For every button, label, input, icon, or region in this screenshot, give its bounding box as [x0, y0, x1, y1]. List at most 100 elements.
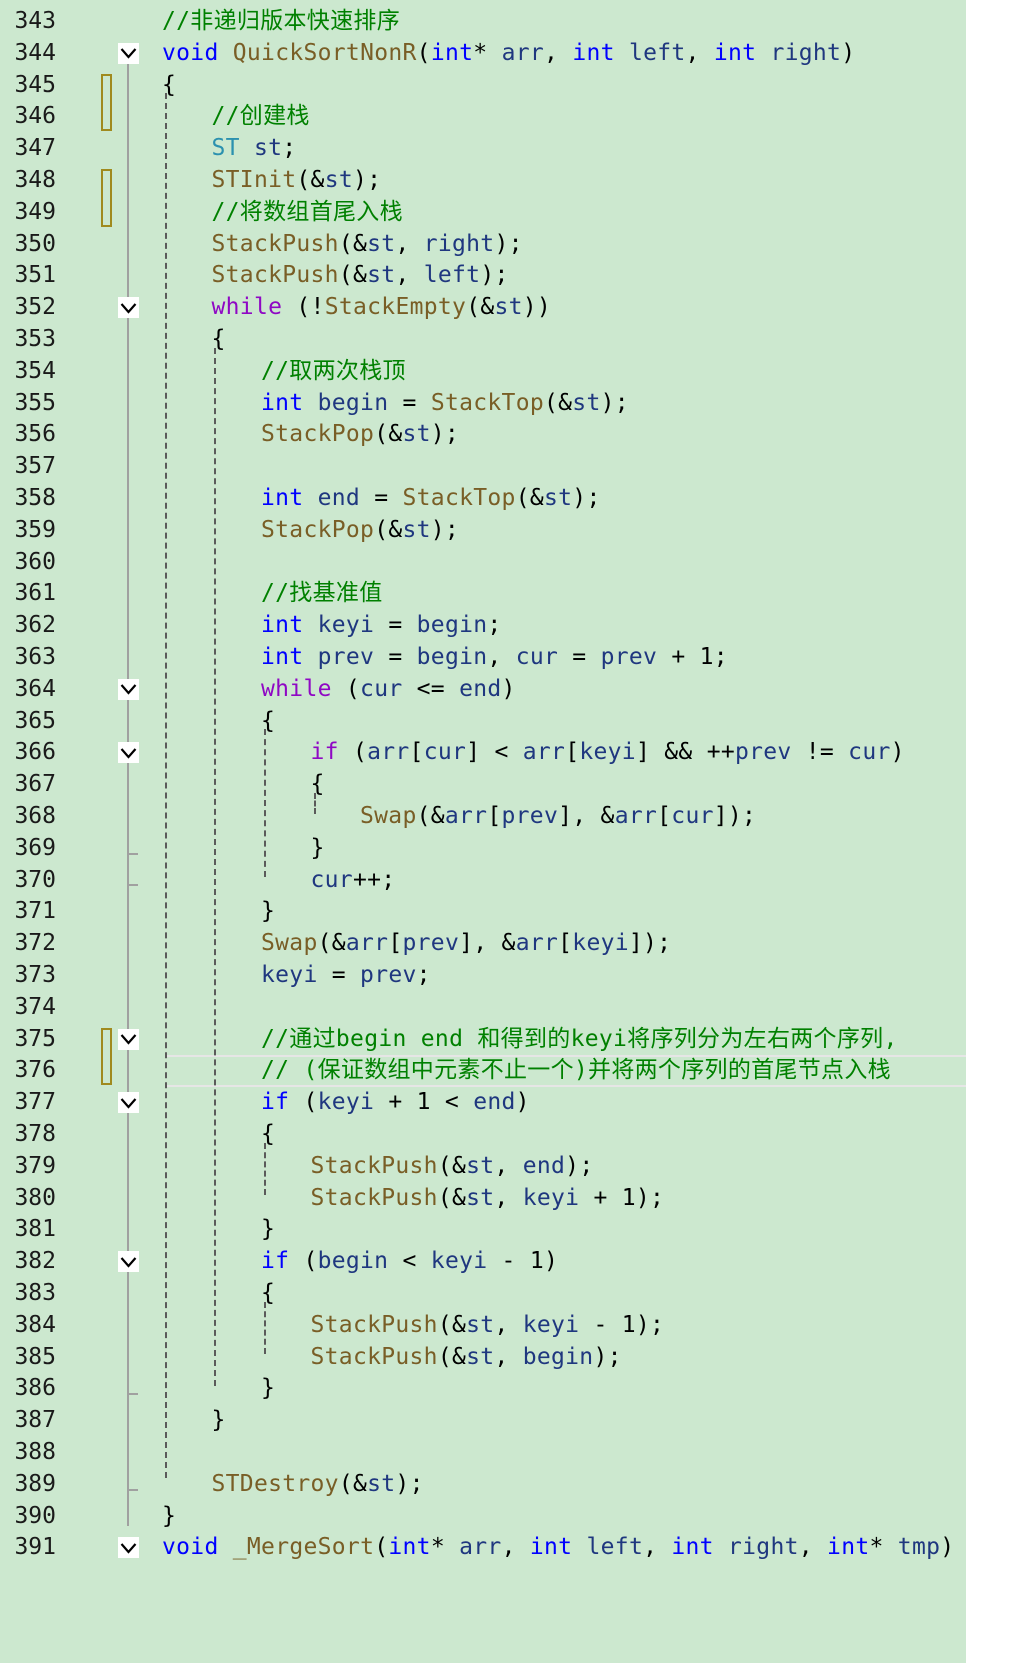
- code-line[interactable]: 384 StackPush(&st, keyi - 1);: [0, 1310, 966, 1342]
- token-var: cur: [515, 644, 559, 670]
- token-op: (&: [374, 421, 403, 448]
- token-fn: Swap: [360, 803, 417, 829]
- code-line[interactable]: 358 int end = StackTop(&st);: [0, 483, 966, 515]
- code-line[interactable]: 350 StackPush(&st, right);: [0, 229, 966, 261]
- code-line[interactable]: 365{: [0, 706, 966, 738]
- line-number: 343: [14, 8, 56, 34]
- code-line[interactable]: 362 int keyi = begin;: [0, 610, 966, 642]
- code-line[interactable]: 348 STInit(&st);: [0, 165, 966, 197]
- line-number: 366: [14, 739, 56, 766]
- token-op: ,: [494, 1311, 523, 1338]
- token-op: ,: [685, 39, 714, 66]
- code-line[interactable]: 345{: [0, 70, 966, 102]
- token-kw: int: [671, 1534, 714, 1561]
- code-line[interactable]: 349 //将数组首尾入栈: [0, 197, 966, 229]
- code-line[interactable]: 344 void QuickSortNonR(int* arr, int left…: [0, 38, 966, 70]
- code-line[interactable]: 385 StackPush(&st, begin);: [0, 1342, 966, 1374]
- code-line[interactable]: 375 //通过begin end 和得到的keyi将序列分为左右两个序列,: [0, 1024, 966, 1056]
- token-op: [: [388, 930, 403, 957]
- token-cmt: //找基准值: [261, 580, 383, 607]
- token-var: end: [473, 1089, 516, 1116]
- code-line[interactable]: 372 Swap(&arr[prev], &arr[keyi]);: [0, 928, 966, 960]
- code-line[interactable]: 360: [0, 547, 966, 579]
- chevron-down-icon[interactable]: [118, 1251, 139, 1273]
- code-line[interactable]: 380 StackPush(&st, keyi + 1);: [0, 1183, 966, 1215]
- token-cmt: //创建栈: [211, 103, 310, 130]
- code-line[interactable]: 366 if (arr[cur] < arr[keyi] && ++prev !=…: [0, 737, 966, 769]
- token-var: end: [522, 1152, 566, 1179]
- chevron-down-icon[interactable]: [118, 42, 139, 64]
- token-op: (&: [437, 1343, 467, 1370]
- code-line[interactable]: 386}: [0, 1373, 966, 1405]
- code-line[interactable]: 371}: [0, 896, 966, 928]
- token-op: }: [211, 1407, 226, 1434]
- code-line[interactable]: 370 cur++;: [0, 865, 966, 897]
- token-op: [: [487, 803, 502, 829]
- token-op: [303, 485, 317, 511]
- line-number: 362: [14, 612, 56, 639]
- token-op: =: [388, 389, 431, 416]
- code-text: StackPush(&st, right);: [212, 229, 523, 261]
- code-line[interactable]: 373 keyi = prev;: [0, 960, 966, 992]
- code-line[interactable]: 343 //非递归版本快速排序: [0, 6, 966, 38]
- code-line[interactable]: 369}: [0, 833, 966, 865]
- code-line[interactable]: 376 // (保证数组中元素不止一个)并将两个序列的首尾节点入栈: [0, 1055, 966, 1087]
- token-var: cur: [360, 675, 403, 702]
- token-fn: StackPop: [261, 516, 375, 543]
- code-line[interactable]: 356 StackPop(&st);: [0, 419, 966, 451]
- code-line[interactable]: 368 Swap(&arr[prev], &arr[cur]);: [0, 801, 966, 833]
- token-var: st: [367, 230, 396, 257]
- token-fn: StackPop: [261, 421, 375, 448]
- code-editor[interactable]: 343//非递归版本快速排序 344 void QuickSortNonR(int*…: [0, 0, 966, 1663]
- token-op: [219, 40, 233, 66]
- token-op: ]);: [628, 930, 672, 957]
- token-kw2: while: [211, 294, 283, 321]
- code-text: Swap(&arr[prev], &arr[keyi]);: [261, 928, 671, 960]
- code-line[interactable]: 361 //找基准值: [0, 578, 966, 610]
- code-text: StackPush(&st, begin);: [311, 1342, 622, 1374]
- token-op: ,: [798, 1534, 828, 1561]
- line-number: 345: [14, 71, 56, 98]
- code-line[interactable]: 353{: [0, 324, 966, 356]
- code-line[interactable]: 357: [0, 451, 966, 483]
- chevron-down-icon[interactable]: [118, 1028, 139, 1050]
- chevron-down-icon[interactable]: [118, 1092, 139, 1114]
- code-line[interactable]: 374: [0, 992, 966, 1024]
- code-line[interactable]: 381}: [0, 1214, 966, 1246]
- token-op: [219, 1534, 233, 1560]
- code-line[interactable]: 346 //创建栈: [0, 101, 966, 133]
- chevron-down-icon[interactable]: [118, 678, 139, 700]
- code-line[interactable]: 387}: [0, 1405, 966, 1437]
- code-line[interactable]: 355 int begin = StackTop(&st);: [0, 388, 966, 420]
- code-line[interactable]: 351 StackPush(&st, left);: [0, 260, 966, 292]
- code-line[interactable]: 359 StackPop(&st);: [0, 515, 966, 547]
- code-line[interactable]: 354 //取两次栈顶: [0, 356, 966, 388]
- code-line[interactable]: 364 while (cur <= end): [0, 674, 966, 706]
- token-op: *: [869, 1534, 898, 1561]
- change-marker: [101, 169, 112, 227]
- indent-guide: [264, 1142, 266, 1196]
- token-op: (&: [416, 803, 445, 829]
- code-line[interactable]: 389 STDestroy(&st);: [0, 1469, 966, 1501]
- code-line[interactable]: 367 {: [0, 769, 966, 801]
- chevron-down-icon[interactable]: [118, 1537, 139, 1559]
- code-line[interactable]: 383{: [0, 1278, 966, 1310]
- token-var: keyi: [522, 1311, 580, 1338]
- code-line[interactable]: 379 StackPush(&st, end);: [0, 1151, 966, 1183]
- chevron-down-icon[interactable]: [118, 297, 139, 319]
- token-op: ): [841, 39, 856, 66]
- code-line[interactable]: 363 int prev = begin, cur = prev + 1;: [0, 642, 966, 674]
- code-line[interactable]: 378{: [0, 1119, 966, 1151]
- code-line[interactable]: 388: [0, 1437, 966, 1469]
- code-line[interactable]: 390}: [0, 1501, 966, 1533]
- code-line[interactable]: 347 ST st;: [0, 133, 966, 165]
- token-op: (&: [437, 1184, 467, 1211]
- token-var: cur: [848, 739, 891, 766]
- code-line[interactable]: 391 void _MergeSort(int* arr, int left, i…: [0, 1532, 966, 1564]
- chevron-down-icon[interactable]: [118, 742, 139, 764]
- code-line[interactable]: 382 if (begin < keyi - 1): [0, 1246, 966, 1278]
- code-line[interactable]: 377 if (keyi + 1 < end): [0, 1087, 966, 1119]
- code-line[interactable]: 352 while (!StackEmpty(&st)): [0, 292, 966, 324]
- token-op: [: [558, 930, 573, 957]
- line-number: 387: [14, 1407, 56, 1434]
